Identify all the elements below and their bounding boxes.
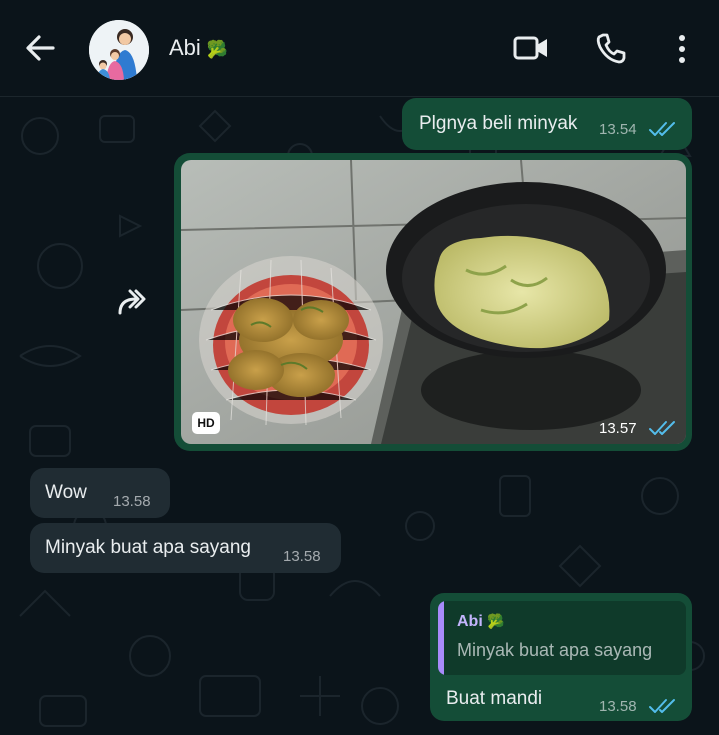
contact-name[interactable]: Abi 🥦 [169,35,228,61]
contact-avatar[interactable] [89,20,149,80]
quote-accent-bar [438,601,444,675]
message-text: Wow [45,482,87,503]
read-receipt-icon [649,699,675,713]
forward-icon[interactable] [106,277,158,329]
more-options-icon[interactable] [676,34,688,64]
message-time: 13.58 [113,493,151,510]
broccoli-emoji: 🥦 [206,40,229,59]
quote-author-name: Abi [457,613,483,630]
chat-header: Abi 🥦 [0,0,719,97]
quoted-message[interactable]: Abi 🥦 Minyak buat apa sayang [438,601,686,675]
back-arrow-icon[interactable] [22,30,58,66]
contact-name-text: Abi [169,35,201,60]
cooking-photo[interactable] [181,160,686,444]
message-text: Minyak buat apa sayang [45,537,251,558]
hd-badge: HD [192,412,220,434]
quote-author: Abi 🥦 [457,613,505,631]
incoming-message-bubble[interactable]: Minyak buat apa sayang 13.58 [30,523,341,573]
read-receipt-icon [649,122,675,136]
message-time: 13.58 [599,698,637,715]
message-text: Plgnya beli minyak [419,113,578,134]
quote-text: Minyak buat apa sayang [457,640,653,660]
message-time: 13.54 [599,121,637,138]
avatar-illustration-icon [89,20,149,80]
message-time: 13.58 [283,548,321,565]
photo-frying-pan-image [181,160,686,444]
image-message-time: 13.57 [599,420,637,437]
message-text: Buat mandi [446,688,543,709]
read-receipt-icon [649,421,675,435]
outgoing-message-bubble[interactable]: Plgnya beli minyak 13.54 [402,98,692,150]
video-call-icon[interactable] [513,33,549,63]
broccoli-emoji: 🥦 [487,613,505,629]
voice-call-icon[interactable] [595,32,627,64]
incoming-message-bubble[interactable]: Wow 13.58 [30,468,170,518]
